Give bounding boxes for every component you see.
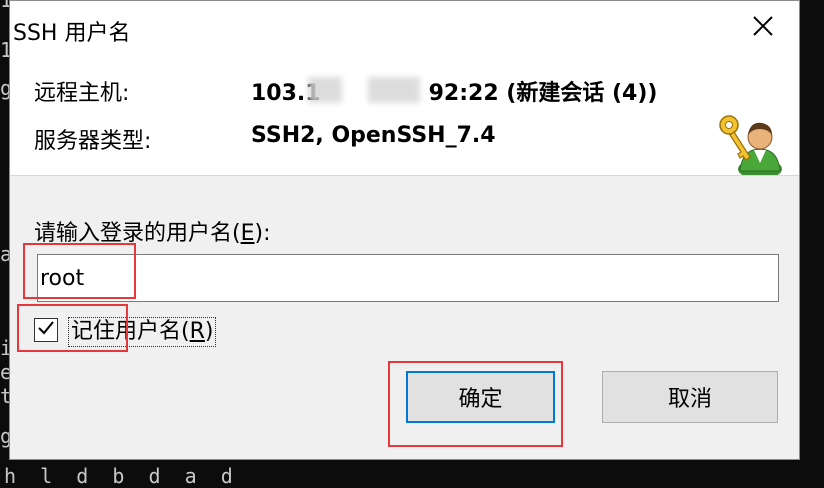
cancel-button[interactable]: 取消	[602, 371, 778, 423]
redaction-blur	[308, 77, 342, 103]
remember-username-checkbox[interactable]	[34, 318, 58, 342]
dialog-title: SSH 用户名	[13, 21, 131, 46]
remote-host-label: 远程主机:	[34, 81, 130, 106]
remember-username-label[interactable]: 记住用户名(R)	[68, 317, 217, 347]
checkmark-icon	[37, 319, 55, 341]
close-button[interactable]	[745, 10, 781, 46]
terminal-line-bottom: h l d b d a d	[4, 464, 233, 488]
server-type-value: SSH2, OpenSSH_7.4	[251, 123, 496, 148]
key-user-icon	[716, 113, 786, 179]
username-input[interactable]	[37, 254, 779, 302]
redaction-blur	[368, 77, 420, 103]
ssh-username-dialog: SSH 用户名 远程主机: 103.1 92:22 (新建会话 (4)) 服务器类…	[9, 0, 800, 460]
username-prompt: 请输入登录的用户名(E):	[34, 221, 271, 246]
ok-button[interactable]: 确定	[406, 371, 555, 423]
server-type-label: 服务器类型:	[34, 129, 152, 154]
title-bar: SSH 用户名	[10, 1, 799, 55]
session-info-panel: 远程主机: 103.1 92:22 (新建会话 (4)) 服务器类型: SSH2,…	[10, 55, 799, 179]
close-icon	[752, 15, 774, 41]
